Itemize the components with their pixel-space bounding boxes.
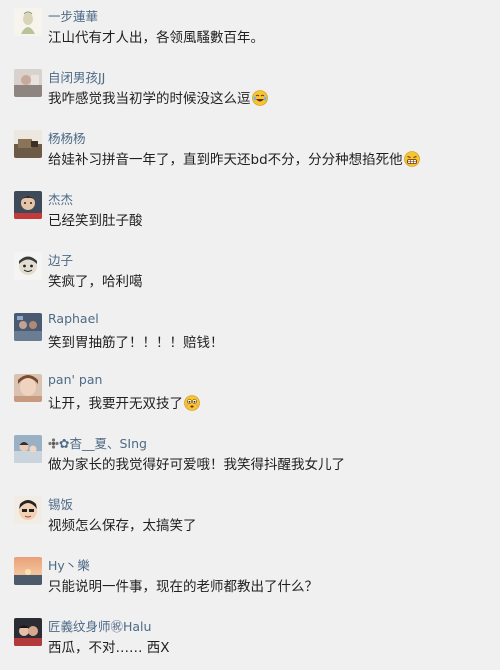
- comment-text: 西瓜，不对…… 西X: [48, 640, 170, 656]
- comment-item: 匠義纹身师㊗Halu 西瓜，不对…… 西X: [0, 614, 500, 670]
- comment-item: pan' pan 让开，我要开无双技了: [0, 370, 500, 431]
- comment-item: 杰杰 已经笑到肚子酸: [0, 187, 500, 248]
- comment-text: 笑到胃抽筋了！！！！赔钱！: [48, 335, 224, 351]
- avatar[interactable]: [14, 496, 42, 524]
- commenter-name[interactable]: 自闭男孩JJ: [48, 67, 105, 86]
- commenter-name[interactable]: 边子: [48, 250, 73, 269]
- commenter-name[interactable]: ✿杳__夏、SIng: [48, 433, 147, 452]
- avatar[interactable]: [14, 252, 42, 280]
- comment-text: 给娃补习拼音一年了，直到昨天还bd不分，分分种想掐死他: [48, 148, 420, 168]
- avatar[interactable]: [14, 130, 42, 158]
- comment-item: 锡饭 视频怎么保存，太搞笑了: [0, 492, 500, 553]
- avatar[interactable]: [14, 557, 42, 585]
- flushed-emoji-icon: [184, 395, 200, 411]
- comment-item: 一步蓮華 江山代有才人出，各领風騷數百年。: [0, 4, 500, 65]
- commenter-name[interactable]: 锡饭: [48, 494, 73, 513]
- commenter-name[interactable]: 匠義纹身师㊗Halu: [48, 616, 151, 635]
- comment-list: 一步蓮華 江山代有才人出，各领風騷數百年。 自闭男孩JJ 我咋感觉我当初学的时候…: [0, 0, 500, 670]
- comment-text: 视频怎么保存，太搞笑了: [48, 518, 197, 534]
- comment-item: Raphael 笑到胃抽筋了！！！！赔钱！: [0, 309, 500, 370]
- avatar[interactable]: [14, 618, 42, 646]
- avatar[interactable]: [14, 8, 42, 36]
- comment-text: 只能说明一件事，现在的老师都教出了什么？: [48, 579, 318, 595]
- commenter-name[interactable]: pan' pan: [48, 372, 102, 387]
- commenter-name[interactable]: 杰杰: [48, 189, 73, 208]
- comment-item: 自闭男孩JJ 我咋感觉我当初学的时候没这么逗: [0, 65, 500, 126]
- grimace-emoji-icon: [403, 151, 420, 167]
- commenter-name[interactable]: Raphael: [48, 311, 99, 326]
- comment-text: 让开，我要开无双技了: [48, 392, 200, 412]
- comment-text: 江山代有才人出，各领風騷數百年。: [48, 30, 264, 46]
- avatar[interactable]: [14, 435, 42, 463]
- commenter-name[interactable]: 杨杨杨: [48, 128, 86, 147]
- avatar[interactable]: [14, 313, 42, 341]
- laughing-tears-emoji-icon: [251, 90, 268, 106]
- avatar[interactable]: [14, 374, 42, 402]
- comment-item: 边子 笑疯了，哈利噶: [0, 248, 500, 309]
- lotus-icon: [48, 438, 59, 449]
- comment-text: 做为家长的我觉得好可爱哦！我笑得抖醒我女儿了: [48, 457, 345, 473]
- comment-item: 杨杨杨 给娃补习拼音一年了，直到昨天还bd不分，分分种想掐死他: [0, 126, 500, 187]
- comment-item: ✿杳__夏、SIng 做为家长的我觉得好可爱哦！我笑得抖醒我女儿了: [0, 431, 500, 492]
- comment-text: 我咋感觉我当初学的时候没这么逗: [48, 87, 268, 107]
- commenter-name[interactable]: 一步蓮華: [48, 6, 98, 25]
- comment-text: 已经笑到肚子酸: [48, 213, 143, 229]
- avatar[interactable]: [14, 191, 42, 219]
- comment-item: Hy丶樂 只能说明一件事，现在的老师都教出了什么？: [0, 553, 500, 614]
- commenter-name[interactable]: Hy丶樂: [48, 555, 90, 574]
- comment-text: 笑疯了，哈利噶: [48, 274, 143, 290]
- avatar[interactable]: [14, 69, 42, 97]
